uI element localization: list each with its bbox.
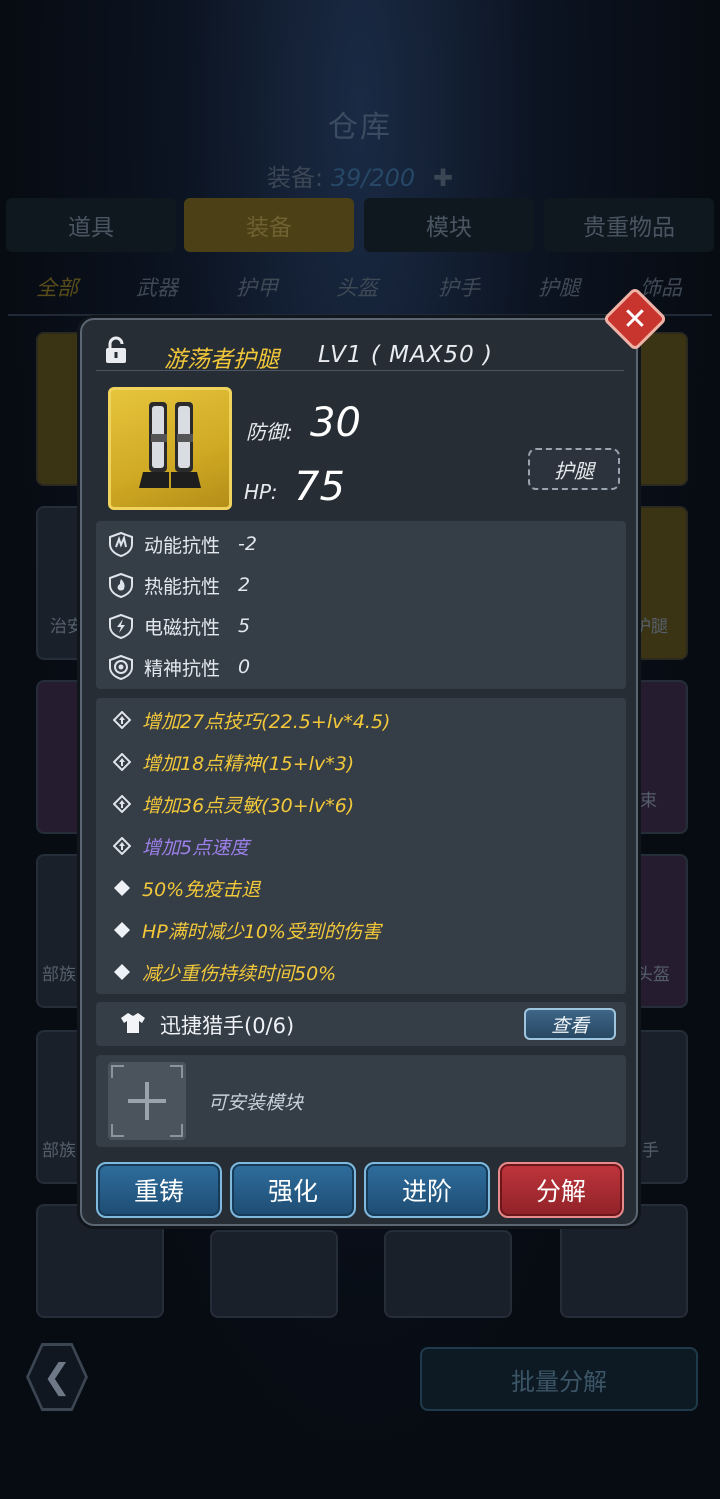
- tab-modules[interactable]: 模块: [364, 198, 534, 252]
- card-label: 治安: [50, 617, 84, 637]
- reforge-button[interactable]: 重铸: [96, 1162, 222, 1218]
- attribute-text: 减少重伤持续时间50%: [142, 962, 337, 985]
- mental-resist-icon: [109, 654, 133, 680]
- card-label: 手: [642, 1141, 659, 1161]
- electromagnetic-resist-icon: [109, 613, 133, 639]
- tab-equipment[interactable]: 装备: [184, 198, 354, 252]
- set-name: 迅捷猎手(0/6): [160, 1014, 295, 1038]
- inventory-card[interactable]: [210, 1230, 338, 1318]
- diamond-icon: [112, 920, 132, 940]
- subtab-gloves[interactable]: 护手: [438, 272, 480, 302]
- attribute-row: 增加5点速度: [112, 829, 249, 863]
- tab-items[interactable]: 道具: [6, 198, 176, 252]
- close-icon[interactable]: ✕: [612, 296, 658, 342]
- equipment-count: 装备: 39/200 ✚: [0, 158, 720, 193]
- attribute-text: 增加27点技巧(22.5+lv*4.5): [142, 710, 391, 733]
- add-icon: [111, 1065, 183, 1137]
- resistance-value: -2: [238, 533, 257, 555]
- defense-label: 防御:: [246, 420, 293, 444]
- page-title: 仓库: [328, 110, 392, 145]
- subtab-weapons[interactable]: 武器: [136, 272, 178, 302]
- attribute-text: 增加36点灵敏(30+lv*6): [142, 794, 355, 817]
- hp-value: 75: [294, 464, 345, 510]
- subtab-all[interactable]: 全部: [36, 272, 78, 302]
- upgrade-gem-icon: [112, 794, 132, 814]
- equipment-count-label: 装备:: [267, 164, 324, 192]
- attribute-text: 50%免疫击退: [142, 878, 261, 901]
- item-type-tag: 护腿: [528, 448, 620, 490]
- resistance-row: 热能抗性 2: [108, 568, 250, 602]
- attribute-text: 增加18点精神(15+lv*3): [142, 752, 355, 775]
- attribute-row: 增加18点精神(15+lv*3): [112, 745, 354, 779]
- chevron-left-icon: ❮: [42, 1357, 72, 1397]
- attribute-row: 50%免疫击退: [112, 871, 260, 905]
- card-label: 部族: [42, 1141, 76, 1161]
- attribute-row: HP满时减少10%受到的伤害: [112, 913, 381, 947]
- subtab-helmet[interactable]: 头盔: [336, 272, 378, 302]
- expand-icon[interactable]: ✚: [433, 164, 453, 192]
- defense-value: 30: [310, 400, 361, 446]
- item-name: 游荡者护腿: [164, 347, 279, 373]
- diamond-icon: [112, 962, 132, 982]
- attribute-row: 增加36点灵敏(30+lv*6): [112, 787, 354, 821]
- resistance-row: 电磁抗性 5: [108, 609, 250, 643]
- attribute-row: 减少重伤持续时间50%: [112, 955, 336, 989]
- module-slot-label: 可安装模块: [208, 1092, 304, 1114]
- resistance-value: 0: [238, 656, 251, 678]
- dismantle-button[interactable]: 分解: [498, 1162, 624, 1218]
- card-label: 束: [640, 791, 657, 811]
- attribute-row: 增加27点技巧(22.5+lv*4.5): [112, 703, 390, 737]
- resistance-name: 精神抗性: [144, 657, 221, 680]
- shirt-icon: [121, 1013, 145, 1033]
- enhance-button[interactable]: 强化: [230, 1162, 356, 1218]
- view-set-button[interactable]: 查看: [524, 1008, 616, 1040]
- diamond-icon: [112, 878, 132, 898]
- subtab-armor[interactable]: 护甲: [236, 272, 278, 302]
- upgrade-gem-icon: [112, 836, 132, 856]
- card-label: 部族: [42, 965, 76, 985]
- hp-label: HP:: [244, 480, 278, 504]
- attribute-text: 增加5点速度: [142, 836, 250, 859]
- resistance-row: 精神抗性 0: [108, 650, 250, 684]
- tab-valuables[interactable]: 贵重物品: [544, 198, 714, 252]
- advance-button[interactable]: 进阶: [364, 1162, 490, 1218]
- resistance-row: 动能抗性 -2: [108, 527, 257, 561]
- inventory-card[interactable]: [384, 1230, 512, 1318]
- lock-icon[interactable]: [104, 336, 128, 364]
- resistance-value: 2: [238, 574, 251, 596]
- resistance-value: 5: [238, 615, 251, 637]
- header-divider: [96, 370, 624, 371]
- item-thumbnail: [108, 387, 232, 510]
- item-level: LV1 ( MAX50 ): [318, 342, 493, 368]
- resistance-name: 动能抗性: [144, 534, 221, 557]
- equipment-count-value: 39/200: [330, 164, 416, 192]
- leg-armor-icon: [139, 402, 201, 488]
- upgrade-gem-icon: [112, 752, 132, 772]
- batch-dismantle-button[interactable]: 批量分解: [420, 1347, 698, 1411]
- subtab-legs[interactable]: 护腿: [538, 272, 580, 302]
- attribute-text: HP满时减少10%受到的伤害: [142, 920, 381, 943]
- resistance-name: 电磁抗性: [144, 616, 221, 639]
- kinetic-resist-icon: [109, 531, 133, 557]
- card-label: 头盔: [636, 965, 670, 985]
- module-slot[interactable]: [108, 1062, 186, 1140]
- resistance-name: 热能抗性: [144, 575, 221, 598]
- thermal-resist-icon: [109, 572, 133, 598]
- upgrade-gem-icon: [112, 710, 132, 730]
- card-label: 护腿: [634, 617, 668, 637]
